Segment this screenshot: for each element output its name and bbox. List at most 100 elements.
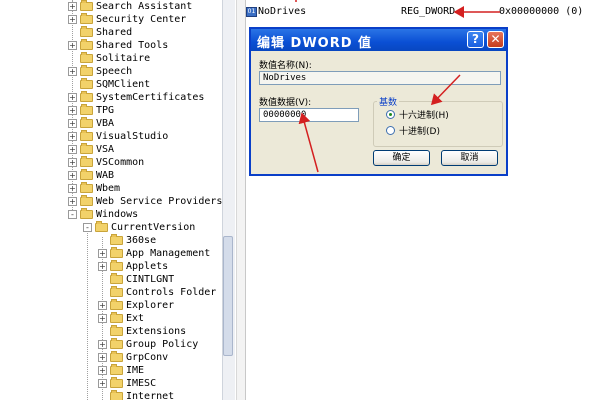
- decimal-radio-label[interactable]: 十进制(D): [399, 124, 440, 137]
- expand-icon[interactable]: +: [98, 379, 107, 388]
- ok-button[interactable]: 确定: [373, 150, 430, 166]
- tree-item-label: IMESC: [126, 378, 157, 389]
- expand-icon[interactable]: +: [68, 106, 77, 115]
- tree-scrollbar-thumb[interactable]: [223, 236, 233, 356]
- tree-item[interactable]: + App Management: [48, 247, 223, 260]
- expand-icon[interactable]: +: [68, 15, 77, 24]
- tree-item-label: 360se: [126, 235, 157, 246]
- tree-item-label: IME: [126, 365, 145, 376]
- tree-item[interactable]: + Shared Tools: [48, 39, 223, 52]
- value-name: NoDrives: [258, 6, 307, 17]
- tree-item[interactable]: Internet: [48, 390, 223, 400]
- tree-item[interactable]: + Wbem: [48, 182, 223, 195]
- expand-icon[interactable]: +: [98, 301, 107, 310]
- tree-item-label: Shared Tools: [96, 40, 169, 51]
- expand-icon[interactable]: +: [68, 67, 77, 76]
- expand-icon[interactable]: +: [98, 249, 107, 258]
- expand-icon[interactable]: +: [98, 314, 107, 323]
- tree-item[interactable]: + VSCommon: [48, 156, 223, 169]
- value-row[interactable]: 01 NoDrives REG_DWORD 0x00000000 (0): [246, 6, 600, 18]
- tree-item[interactable]: + VSA: [48, 143, 223, 156]
- tree-item[interactable]: Extensions: [48, 325, 223, 338]
- edit-dword-dialog: 编辑 DWORD 值 ? ✕ 数值名称(N): NoDrives 数值数据(V)…: [249, 27, 508, 176]
- pane-splitter[interactable]: [236, 0, 246, 400]
- value-name-label: 数值名称(N):: [259, 61, 312, 71]
- expand-icon[interactable]: +: [68, 132, 77, 141]
- tree-item-label: GrpConv: [126, 352, 169, 363]
- folder-icon: [80, 143, 93, 154]
- tree-item[interactable]: Controls Folder: [48, 286, 223, 299]
- tree-item[interactable]: + VBA: [48, 117, 223, 130]
- base-group-label: 基数: [377, 95, 400, 108]
- expand-icon[interactable]: +: [68, 197, 77, 206]
- expand-icon[interactable]: +: [68, 41, 77, 50]
- folder-icon: [80, 195, 93, 206]
- tree-item[interactable]: CINTLGNT: [48, 273, 223, 286]
- tree-item[interactable]: + Group Policy: [48, 338, 223, 351]
- tree-item[interactable]: + Ext: [48, 312, 223, 325]
- tree-item[interactable]: + Search Assistant: [48, 0, 223, 13]
- collapse-icon[interactable]: -: [68, 210, 77, 219]
- expand-icon[interactable]: +: [68, 184, 77, 193]
- tree-item-label: Applets: [126, 261, 169, 272]
- expand-icon[interactable]: +: [68, 171, 77, 180]
- tree-item-label: WAB: [96, 170, 115, 181]
- registry-tree[interactable]: + Search Assistant + Security Center Shared +…: [48, 0, 223, 400]
- value-data-label: 数值数据(V):: [259, 98, 312, 108]
- tree-item-label: Search Assistant: [96, 1, 193, 12]
- help-button[interactable]: ?: [467, 31, 484, 48]
- expand-icon[interactable]: +: [68, 119, 77, 128]
- tree-item[interactable]: + SystemCertificates: [48, 91, 223, 104]
- folder-icon: [80, 52, 93, 63]
- tree-item[interactable]: SQMClient: [48, 78, 223, 91]
- cancel-button[interactable]: 取消: [441, 150, 498, 166]
- tree-item[interactable]: Shared: [48, 26, 223, 39]
- tree-item[interactable]: - CurrentVersion: [48, 221, 223, 234]
- expand-icon[interactable]: +: [68, 158, 77, 167]
- tree-item[interactable]: + Speech: [48, 65, 223, 78]
- folder-icon: [80, 13, 93, 24]
- decimal-radio[interactable]: [386, 126, 395, 135]
- tree-item[interactable]: + IMESC: [48, 377, 223, 390]
- tree-item-label: VisualStudio: [96, 131, 169, 142]
- tree-item-label: Group Policy: [126, 339, 199, 350]
- tree-item-label: SQMClient: [96, 79, 151, 90]
- folder-icon: [80, 169, 93, 180]
- expand-icon[interactable]: +: [68, 93, 77, 102]
- tree-item[interactable]: + Web Service Providers: [48, 195, 223, 208]
- tree-item[interactable]: + Applets: [48, 260, 223, 273]
- close-button[interactable]: ✕: [487, 31, 504, 48]
- expand-icon[interactable]: +: [98, 353, 107, 362]
- expand-icon[interactable]: +: [68, 145, 77, 154]
- folder-icon: [110, 338, 123, 349]
- tree-item[interactable]: + TPG: [48, 104, 223, 117]
- tree-item[interactable]: - Windows: [48, 208, 223, 221]
- tree-item[interactable]: Solitaire: [48, 52, 223, 65]
- expand-icon[interactable]: +: [98, 340, 107, 349]
- folder-icon: [110, 390, 123, 400]
- tree-item[interactable]: + WAB: [48, 169, 223, 182]
- collapse-icon[interactable]: -: [83, 223, 92, 232]
- hex-radio-label[interactable]: 十六进制(H): [399, 108, 449, 121]
- tree-item[interactable]: + IME: [48, 364, 223, 377]
- value-data-input[interactable]: 00000000: [259, 108, 359, 122]
- expand-icon[interactable]: +: [98, 262, 107, 271]
- tree-item-label: TPG: [96, 105, 115, 116]
- tree-item[interactable]: + Security Center: [48, 13, 223, 26]
- tree-item-label: Wbem: [96, 183, 121, 194]
- folder-icon: [80, 156, 93, 167]
- tree-item-label: CINTLGNT: [126, 274, 175, 285]
- tree-item[interactable]: 360se: [48, 234, 223, 247]
- tree-item[interactable]: + GrpConv: [48, 351, 223, 364]
- tree-item[interactable]: + Explorer: [48, 299, 223, 312]
- dialog-titlebar[interactable]: 编辑 DWORD 值 ? ✕: [251, 29, 506, 51]
- expand-icon[interactable]: +: [68, 2, 77, 11]
- tree-item[interactable]: + VisualStudio: [48, 130, 223, 143]
- dialog-title: 编辑 DWORD 值: [257, 36, 373, 51]
- hex-radio[interactable]: [386, 110, 395, 119]
- tree-item-label: VSA: [96, 144, 115, 155]
- folder-icon: [110, 247, 123, 258]
- expand-icon[interactable]: +: [98, 366, 107, 375]
- folder-icon: [80, 78, 93, 89]
- folder-icon: [80, 91, 93, 102]
